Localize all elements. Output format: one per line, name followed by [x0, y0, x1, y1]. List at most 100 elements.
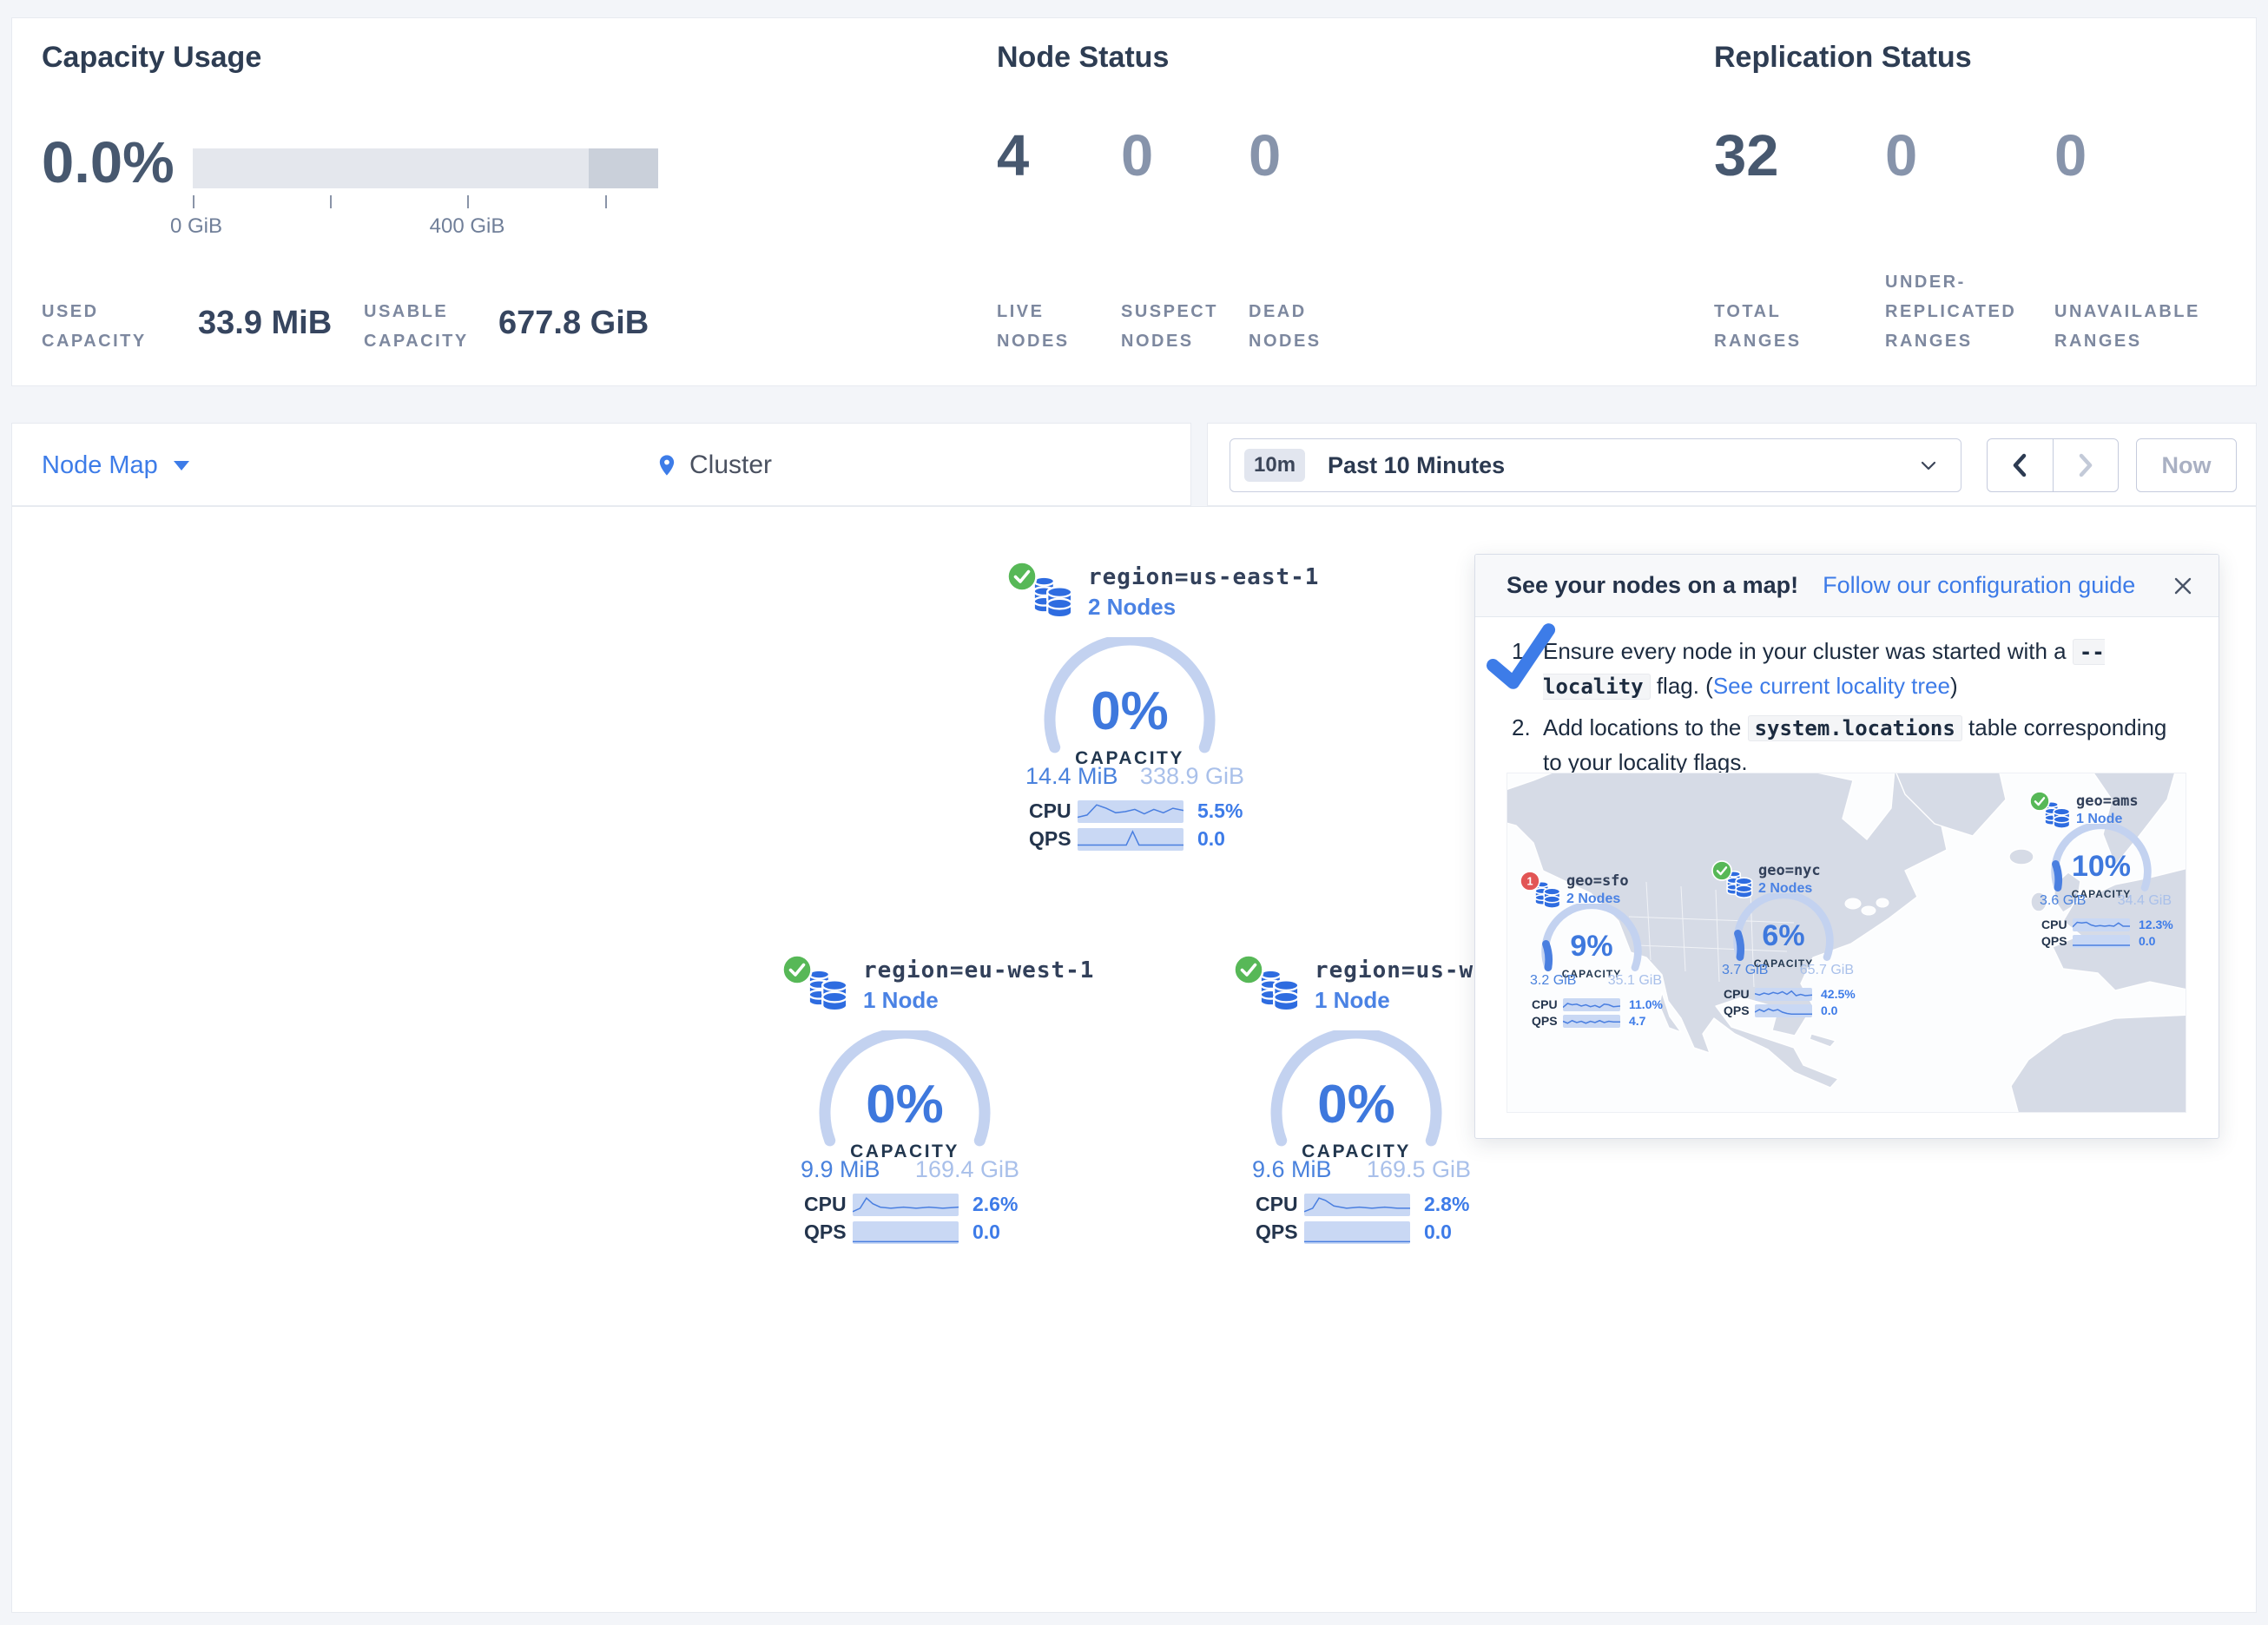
time-toolbar: 10m Past 10 Minutes Now	[1207, 423, 2257, 506]
under-replicated-label: UNDER-REPLICATED RANGES	[1885, 267, 2037, 356]
usable-capacity-label: USABLE CAPACITY	[364, 297, 511, 356]
cpu-value: 2.6%	[972, 1193, 1018, 1216]
chevron-left-icon	[2008, 451, 2032, 479]
time-range-badge: 10m	[1244, 449, 1305, 482]
healthy-check-icon	[1711, 860, 1732, 881]
capacity-total: 35.1 GiB	[1608, 973, 1662, 989]
qps-value: 0.0	[1197, 827, 1225, 851]
code-chip: system.locations	[1748, 715, 1962, 741]
region-card-eu-west-1[interactable]: region=eu-west-1 1 Node 0% CAPACITY 9.9 …	[776, 954, 1045, 1253]
cpu-label: CPU	[1029, 799, 1078, 823]
capacity-bar-tick	[330, 195, 332, 208]
region-name: region=eu-west-1	[863, 957, 1094, 984]
cpu-sparkline	[1755, 988, 1812, 1001]
caret-down-icon	[174, 461, 189, 470]
qps-metric-row: QPS 0.0	[1724, 1003, 1863, 1017]
region-card-geo-ams[interactable]: geo=ams 1 Node 10% CAPACITY 3.6 GiB	[2029, 791, 2182, 951]
capacity-bar-tick	[467, 195, 469, 208]
qps-label: QPS	[1724, 1003, 1755, 1017]
healthy-check-icon	[1233, 954, 1264, 985]
popup-instructions: 1. Ensure every node in your cluster was…	[1512, 635, 2182, 786]
region-name: geo=ams	[2076, 793, 2139, 810]
breadcrumb-label: Cluster	[689, 451, 772, 480]
qps-sparkline	[1755, 1004, 1812, 1017]
region-card-us-west-1[interactable]: region=us-west-1 1 Node 0% CAPACITY 9.6 …	[1228, 954, 1497, 1253]
capacity-bar	[193, 148, 658, 188]
cpu-value: 42.5%	[1821, 987, 1856, 1001]
cpu-label: CPU	[1724, 987, 1755, 1001]
healthy-check-icon	[2029, 791, 2050, 812]
region-card-geo-sfo[interactable]: geo=sfo 2 Nodes 9% CAPACITY 3.2 GiB	[1520, 871, 1672, 1031]
map-pin-icon	[655, 450, 679, 481]
total-ranges-label: TOTAL RANGES	[1714, 297, 1827, 356]
cpu-metric-row: CPU 2.6%	[804, 1193, 1030, 1216]
capacity-gauge: 9% CAPACITY	[1541, 904, 1642, 1004]
cpu-label: CPU	[804, 1193, 853, 1216]
cpu-label: CPU	[1532, 997, 1563, 1011]
capacity-usage-title: Capacity Usage	[42, 41, 261, 75]
configuration-guide-link[interactable]: Follow our configuration guide	[1823, 572, 2135, 599]
chevron-down-icon	[1917, 454, 1940, 477]
region-name: geo=sfo	[1566, 872, 1629, 890]
healthy-check-icon	[781, 954, 813, 985]
region-header: region=us-west-1 1 Node	[1228, 954, 1497, 1020]
cpu-metric-row: CPU 12.3%	[2041, 918, 2180, 931]
capacity-percent: 6%	[1733, 919, 1834, 953]
popup-title: See your nodes on a map!	[1507, 572, 1798, 599]
qps-metric-row: QPS 0.0	[1029, 827, 1255, 851]
locality-tree-link[interactable]: See current locality tree	[1713, 673, 1950, 699]
time-back-button[interactable]	[1988, 439, 2054, 491]
region-nodes-link[interactable]: 2 Nodes	[1088, 594, 1319, 621]
used-capacity-value: 33.9 MiB	[198, 305, 332, 342]
capacity-values: 3.2 GiB 35.1 GiB	[1530, 973, 1662, 989]
healthy-check-icon	[1006, 561, 1038, 592]
qps-sparkline	[1304, 1221, 1410, 1244]
alert-badge-icon	[1520, 871, 1540, 891]
dead-nodes-label: DEAD NODES	[1249, 297, 1353, 356]
cpu-metric-row: CPU 5.5%	[1029, 799, 1255, 823]
capacity-used: 14.4 MiB	[1025, 763, 1118, 790]
unavailable-ranges-label: UNAVAILABLE RANGES	[2054, 297, 2228, 356]
time-forward-button[interactable]	[2054, 439, 2119, 491]
close-button[interactable]	[2172, 575, 2194, 597]
capacity-percent: 10%	[2051, 850, 2152, 884]
completed-check-icon	[1479, 620, 1566, 699]
capacity-used: 3.6 GiB	[2040, 893, 2086, 909]
node-map-setup-popup: See your nodes on a map! Follow our conf…	[1474, 554, 2219, 1139]
now-button[interactable]: Now	[2136, 438, 2237, 492]
qps-value: 0.0	[2139, 934, 2155, 948]
capacity-percent: 9%	[1541, 930, 1642, 964]
capacity-gauge: 10% CAPACITY	[2051, 824, 2152, 924]
qps-label: QPS	[804, 1220, 853, 1244]
capacity-values: 9.9 MiB 169.4 GiB	[801, 1156, 1019, 1183]
setup-step-2: 2. Add locations to the system.locations…	[1512, 711, 2182, 780]
breadcrumb[interactable]: Cluster	[655, 424, 772, 507]
qps-label: QPS	[1256, 1220, 1304, 1244]
under-replicated-count: 0	[1885, 122, 1917, 189]
step-text: Ensure every node in your cluster was st…	[1543, 635, 2182, 704]
qps-metric-row: QPS 0.0	[2041, 934, 2180, 948]
time-range-dropdown[interactable]: 10m Past 10 Minutes	[1230, 438, 1961, 492]
popup-header: See your nodes on a map! Follow our conf…	[1475, 555, 2219, 617]
capacity-percent: 0%	[1269, 1074, 1443, 1135]
qps-sparkline	[1078, 828, 1183, 851]
capacity-used: 3.7 GiB	[1722, 963, 1768, 978]
cpu-metric-row: CPU 42.5%	[1724, 987, 1863, 1001]
qps-sparkline	[1563, 1015, 1620, 1028]
region-nodes-link[interactable]: 1 Node	[863, 987, 1094, 1014]
capacity-bar-reserved-segment	[589, 148, 658, 188]
step-number: 2.	[1512, 711, 1543, 780]
view-selector-dropdown[interactable]: Node Map	[42, 424, 189, 507]
region-header: region=us-east-1 2 Nodes	[1001, 561, 1270, 627]
capacity-total: 338.9 GiB	[1140, 763, 1244, 790]
step-text: Add locations to the system.locations ta…	[1543, 711, 2182, 780]
region-card-geo-nyc[interactable]: geo=nyc 2 Nodes 6% CAPACITY 3.7 GiB	[1711, 860, 1864, 1021]
capacity-values: 3.6 GiB 34.4 GiB	[2040, 893, 2172, 909]
capacity-used: 9.6 MiB	[1252, 1156, 1332, 1183]
node-map-preview: geo=sfo 2 Nodes 9% CAPACITY 3.2 GiB	[1507, 773, 2186, 1113]
view-toolbar: Node Map Cluster	[11, 423, 1191, 506]
region-card-us-east-1[interactable]: region=us-east-1 2 Nodes 0% CAPACITY 14.…	[1001, 561, 1270, 860]
unavailable-ranges-count: 0	[2054, 122, 2087, 189]
qps-label: QPS	[1029, 827, 1078, 851]
cpu-sparkline	[2073, 918, 2130, 931]
